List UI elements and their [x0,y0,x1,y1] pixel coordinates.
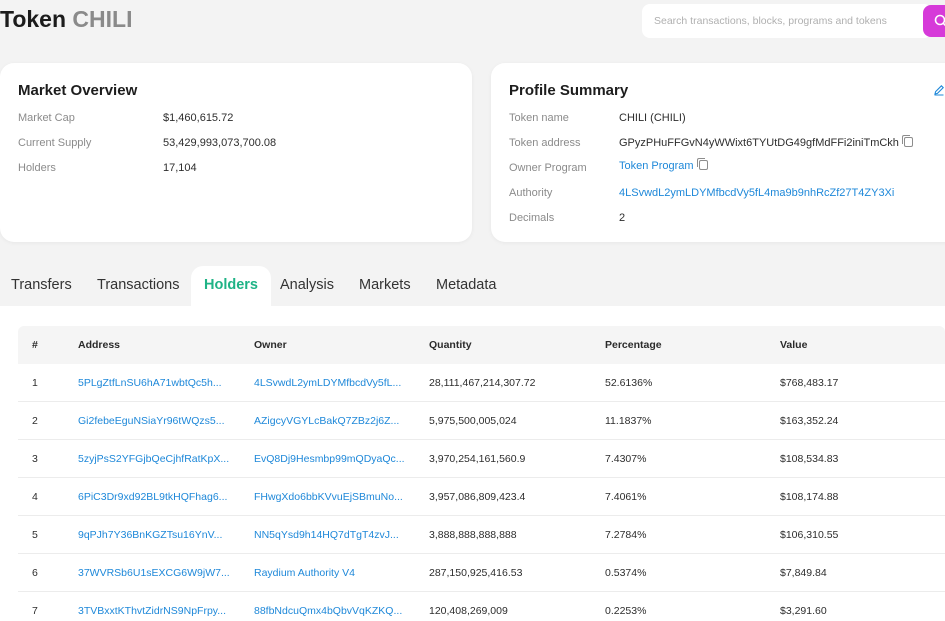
percentage-cell: 0.2253% [605,605,647,617]
rank-cell: 4 [32,491,38,503]
address-link[interactable]: 9qPJh7Y36BnKGZTsu16YnV... [78,516,222,554]
current-supply-label: Current Supply [18,137,92,149]
tab-metadata[interactable]: Metadata [423,266,509,308]
column-header-quantity: Quantity [429,339,472,351]
token-address-text: GPyzPHuFFGvN4yWWixt6TYUtDG49gfMdFFi2iniT… [619,137,899,149]
quantity-cell: 3,888,888,888,888 [429,529,517,541]
tab-holders[interactable]: Holders [191,266,271,308]
address-link[interactable]: 6PiC3Dr9xd92BL9tkHQFhag6... [78,478,227,516]
address-link[interactable]: 37WVRSb6U1sEXCG6W9jW7... [78,554,230,592]
profile-summary-title: Profile Summary [509,82,629,99]
quantity-cell: 287,150,925,416.53 [429,567,523,579]
quantity-cell: 3,970,254,161,560.9 [429,453,526,465]
table-row: 6 37WVRSb6U1sEXCG6W9jW7... Raydium Autho… [18,554,945,592]
authority-label: Authority [509,187,553,199]
column-header-rank: # [32,339,38,351]
value-cell: $108,174.88 [780,491,839,503]
search-input[interactable] [642,4,932,38]
tab-analysis[interactable]: Analysis [267,266,347,308]
value-cell: $108,534.83 [780,453,839,465]
value-cell: $163,352.24 [780,415,839,427]
search-icon [934,14,945,27]
quantity-cell: 3,957,086,809,423.4 [429,491,526,503]
percentage-cell: 7.4307% [605,453,647,465]
quantity-cell: 120,408,269,009 [429,605,508,617]
tab-markets[interactable]: Markets [346,266,424,308]
market-cap-value: $1,460,615.72 [163,112,234,124]
value-cell: $768,483.17 [780,377,839,389]
token-name-label: Token name [509,112,569,124]
market-overview-card: Market Overview Market Cap $1,460,615.72… [0,63,472,242]
percentage-cell: 0.5374% [605,567,647,579]
owner-link[interactable]: FHwgXdo6bbKVvuEjSBmuNo... [254,478,403,516]
copy-icon[interactable] [696,158,708,170]
address-link[interactable]: Gi2febeEguNSiaYr96tWQzs5... [78,402,224,440]
rank-cell: 1 [32,377,38,389]
column-header-owner: Owner [254,339,287,351]
decimals-label: Decimals [509,212,555,224]
quantity-cell: 28,111,467,214,307.72 [429,377,536,389]
market-overview-title: Market Overview [18,82,138,99]
value-cell: $7,849.84 [780,567,827,579]
rank-cell: 6 [32,567,38,579]
tab-transactions[interactable]: Transactions [84,266,192,308]
quantity-cell: 5,975,500,005,024 [429,415,517,427]
tab-bar: Transfers Transactions Holders Analysis … [0,266,945,308]
authority-link[interactable]: 4LSvwdL2ymLDYMfbcdVy5fL4ma9b9nhRcZf27T4Z… [619,187,894,199]
top-bar: Token CHILI [0,0,945,44]
table-row: 2 Gi2febeEguNSiaYr96tWQzs5... AZigcyVGYL… [18,402,945,440]
table-header: # Address Owner Quantity Percentage Valu… [18,326,945,364]
holders-value: 17,104 [163,162,197,174]
holders-label: Holders [18,162,56,174]
table-row: 3 5zyjPsS2YFGjbQeCjhfRatKpX... EvQ8Dj9He… [18,440,945,478]
table-row: 4 6PiC3Dr9xd92BL9tkHQFhag6... FHwgXdo6bb… [18,478,945,516]
column-header-value: Value [780,339,808,351]
profile-summary-card: Profile Summary Token name CHILI (CHILI)… [491,63,945,242]
owner-program-label: Owner Program [509,162,587,174]
edit-icon[interactable] [933,84,945,96]
tab-transfers[interactable]: Transfers [0,266,85,308]
rank-cell: 7 [32,605,38,617]
percentage-cell: 11.1837% [605,415,652,427]
table-row: 5 9qPJh7Y36BnKGZTsu16YnV... NN5qYsd9h14H… [18,516,945,554]
column-header-address: Address [78,339,121,351]
owner-link[interactable]: 4LSvwdL2ymLDYMfbcdVy5fL... [254,364,401,402]
owner-link[interactable]: 88fbNdcuQmx4bQbvVqKZKQ... [254,592,402,621]
owner-link[interactable]: AZigcyVGYLcBakQ7ZBz2j6Z... [254,402,399,440]
copy-icon[interactable] [901,135,913,147]
table-row: 7 3TVBxxtKThvtZidrNS9NpFrpy... 88fbNdcuQ… [18,592,945,621]
decimals-value: 2 [619,212,626,224]
percentage-cell: 52.6136% [605,377,653,389]
address-link[interactable]: 5PLgZtfLnSU6hA71wbtQc5h... [78,364,222,402]
token-address-value: GPyzPHuFFGvN4yWWixt6TYUtDG49gfMdFFi2iniT… [619,135,913,149]
column-header-percentage: Percentage [605,339,662,351]
page-title-prefix: Token [0,6,67,32]
value-cell: $3,291.60 [780,605,827,617]
token-name-value: CHILI (CHILI) [619,112,686,124]
rank-cell: 2 [32,415,38,427]
table-row: 1 5PLgZtfLnSU6hA71wbtQc5h... 4LSvwdL2ymL… [18,364,945,402]
search-box [642,4,932,38]
market-cap-label: Market Cap [18,112,75,124]
search-button[interactable] [923,5,945,37]
percentage-cell: 7.2784% [605,529,647,541]
rank-cell: 3 [32,453,38,465]
address-link[interactable]: 3TVBxxtKThvtZidrNS9NpFrpy... [78,592,226,621]
holders-panel: # Address Owner Quantity Percentage Valu… [0,306,945,621]
address-link[interactable]: 5zyjPsS2YFGjbQeCjhfRatKpX... [78,440,229,478]
rank-cell: 5 [32,529,38,541]
page-title-symbol: CHILI [72,6,133,32]
owner-program-value: Token Program [619,158,708,172]
owner-link[interactable]: Raydium Authority V4 [254,554,355,592]
owner-program-link[interactable]: Token Program [619,160,694,172]
owner-link[interactable]: NN5qYsd9h14HQ7dTgT4zvJ... [254,516,399,554]
token-address-label: Token address [509,137,581,149]
page-title: Token CHILI [0,6,132,33]
value-cell: $106,310.55 [780,529,839,541]
owner-link[interactable]: EvQ8Dj9Hesmbp99mQDyaQc... [254,440,405,478]
current-supply-value: 53,429,993,073,700.08 [163,137,277,149]
percentage-cell: 7.4061% [605,491,647,503]
